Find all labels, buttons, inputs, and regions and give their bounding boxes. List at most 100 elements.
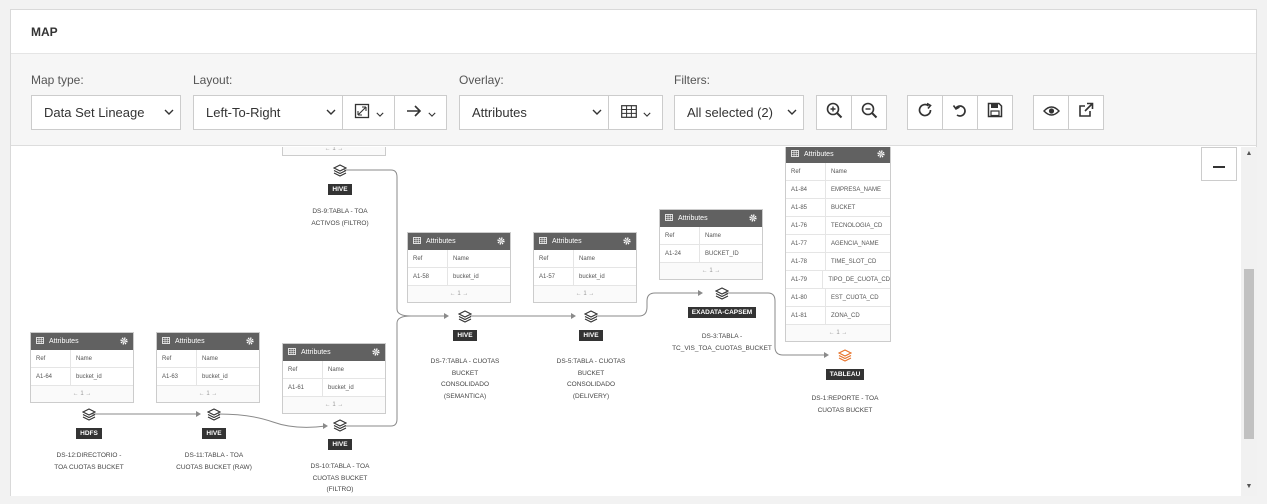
gear-icon[interactable]: [623, 236, 631, 247]
scrollbar-thumb[interactable]: [1244, 269, 1254, 439]
vertical-scrollbar[interactable]: ▲ ▼: [1241, 147, 1257, 496]
gear-icon[interactable]: [246, 336, 254, 347]
node-label-line: (SEMANTICA): [443, 392, 487, 400]
overlay-select[interactable]: Attributes: [459, 95, 609, 130]
card-title: Attributes: [552, 238, 582, 245]
dataset-node[interactable]: TABLEAU DS-1:REPORTE - TOA CUOTAS BUCKET: [785, 349, 905, 416]
col-name-header: Name: [705, 232, 722, 239]
eye-icon: [1042, 104, 1060, 122]
filters-value: All selected (2): [687, 105, 773, 120]
chevron-down-icon: [586, 107, 608, 118]
card-pager[interactable]: ← 1 →: [157, 386, 259, 402]
card-pager[interactable]: ← 1 →: [283, 147, 385, 155]
attr-name: AGENCIA_NAME: [831, 240, 879, 247]
table-icon: [288, 348, 296, 357]
card-header-row: Ref Name: [534, 250, 636, 268]
attr-name: bucket_id: [328, 384, 354, 391]
attr-ref: A1-85: [786, 199, 826, 216]
map-type-value: Data Set Lineage: [44, 105, 145, 120]
layers-icon: [280, 419, 400, 433]
attr-ref: A1-77: [786, 235, 826, 252]
attr-name: TIME_SLOT_CD: [831, 258, 877, 265]
node-label-line: (FILTRO): [326, 486, 354, 493]
undo-button[interactable]: [942, 95, 978, 130]
card-pager[interactable]: ← 1 →: [31, 386, 133, 402]
layout-select[interactable]: Left-To-Right: [193, 95, 343, 130]
table-row: A1-80 EST_CUOTA_CD: [786, 289, 890, 307]
filters-select[interactable]: All selected (2): [674, 95, 804, 130]
card-pager[interactable]: ← 1 →: [408, 286, 510, 302]
node-label: DS-5:TABLA - CUOTAS BUCKET CONSOLIDADO (…: [531, 356, 651, 402]
table-row: A1-24 BUCKET_ID: [660, 245, 762, 263]
card-pager[interactable]: ← 1 →: [534, 286, 636, 302]
table-icon: [162, 337, 170, 346]
table-icon: [791, 150, 799, 159]
node-label-line: CONSOLIDADO: [440, 381, 490, 388]
collapse-button[interactable]: [1201, 147, 1237, 181]
gear-icon[interactable]: [877, 149, 885, 160]
layers-icon: [280, 164, 400, 178]
overlay-label: Overlay:: [459, 73, 504, 87]
attr-ref: A1-57: [534, 268, 574, 285]
attributes-card: Attributes Ref Name A1-24 BUCKET_ID ← 1 →: [659, 209, 763, 280]
dataset-node[interactable]: HIVE DS-11:TABLA - TOA CUOTAS BUCKET (RA…: [154, 408, 274, 473]
attr-ref: A1-64: [31, 368, 71, 385]
node-label: DS-12:DIRECTORIO - TOA CUOTAS BUCKET: [29, 450, 149, 473]
layers-icon: [405, 310, 525, 324]
card-pager[interactable]: ← 1 →: [786, 325, 890, 341]
gear-icon[interactable]: [120, 336, 128, 347]
gear-icon[interactable]: [372, 347, 380, 358]
fit-icon: [354, 103, 370, 122]
attributes-card: Attributes Ref Name A1-58 bucket_id ← 1 →: [407, 232, 511, 303]
attr-name: BUCKET_ID: [705, 250, 739, 257]
dataset-node[interactable]: HIVE DS-9:TABLA - TOA ACTIVOS (FILTRO): [280, 164, 400, 229]
node-label: DS-1:REPORTE - TOA CUOTAS BUCKET: [785, 393, 905, 416]
table-row: A1-84 EMPRESA_NAME: [786, 181, 890, 199]
scroll-down-icon[interactable]: ▼: [1244, 483, 1254, 490]
view-button[interactable]: [1033, 95, 1069, 130]
lineage-canvas[interactable]: ← 1 → Attributes Ref Name A1-64 bucket_id …: [11, 147, 1241, 496]
arrow-right-icon: [406, 105, 422, 120]
card-pager[interactable]: ← 1 →: [660, 263, 762, 279]
dataset-node[interactable]: HIVE DS-7:TABLA - CUOTAS BUCKET CONSOLID…: [405, 310, 525, 402]
attr-ref: A1-84: [786, 181, 826, 198]
attr-ref: A1-58: [408, 268, 448, 285]
scroll-up-icon[interactable]: ▲: [1244, 150, 1254, 157]
col-name-header: Name: [76, 355, 93, 362]
node-label-line: (DELIVERY): [572, 392, 610, 400]
save-button[interactable]: [977, 95, 1013, 130]
gear-icon[interactable]: [497, 236, 505, 247]
table-row: A1-77 AGENCIA_NAME: [786, 235, 890, 253]
open-external-button[interactable]: [1068, 95, 1104, 130]
dataset-node[interactable]: HIVE DS-5:TABLA - CUOTAS BUCKET CONSOLID…: [531, 310, 651, 402]
dataset-node[interactable]: EXADATA-CAPSEM DS-3:TABLA - TC_VIS_TOA_C…: [657, 287, 787, 354]
attr-ref: A1-24: [660, 245, 700, 262]
zoom-out-button[interactable]: [851, 95, 887, 130]
card-pager[interactable]: ← 1 →: [283, 397, 385, 413]
direction-dropdown[interactable]: [394, 95, 447, 130]
col-ref-header: Ref: [31, 350, 71, 367]
overlay-table-dropdown[interactable]: [608, 95, 663, 130]
node-label-line: CUOTAS BUCKET: [817, 406, 873, 414]
attr-ref: A1-78: [786, 253, 826, 270]
attributes-card: Attributes Ref Name A1-61 bucket_id ← 1 →: [282, 343, 386, 414]
platform-badge: EXADATA-CAPSEM: [687, 307, 757, 318]
dataset-node[interactable]: HIVE DS-10:TABLA - TOA CUOTAS BUCKET (FI…: [280, 419, 400, 496]
card-header: Attributes: [31, 333, 133, 350]
map-type-select[interactable]: Data Set Lineage: [31, 95, 181, 130]
dataset-node[interactable]: HDFS DS-12:DIRECTORIO - TOA CUOTAS BUCKE…: [29, 408, 149, 473]
card-title: Attributes: [49, 338, 79, 345]
table-row: A1-58 bucket_id: [408, 268, 510, 286]
platform-badge: HIVE: [202, 428, 226, 439]
fit-dropdown[interactable]: [342, 95, 395, 130]
table-icon: [539, 237, 547, 246]
zoom-in-button[interactable]: [816, 95, 852, 130]
refresh-button[interactable]: [907, 95, 943, 130]
table-icon: [413, 237, 421, 246]
node-label-line: BUCKET: [451, 369, 479, 377]
attributes-card: Attributes Ref Name A1-63 bucket_id ← 1 →: [156, 332, 260, 403]
gear-icon[interactable]: [749, 213, 757, 224]
card-header: Attributes: [283, 344, 385, 361]
tableau-layers-icon: [785, 349, 905, 363]
chevron-down-icon: [642, 105, 651, 120]
